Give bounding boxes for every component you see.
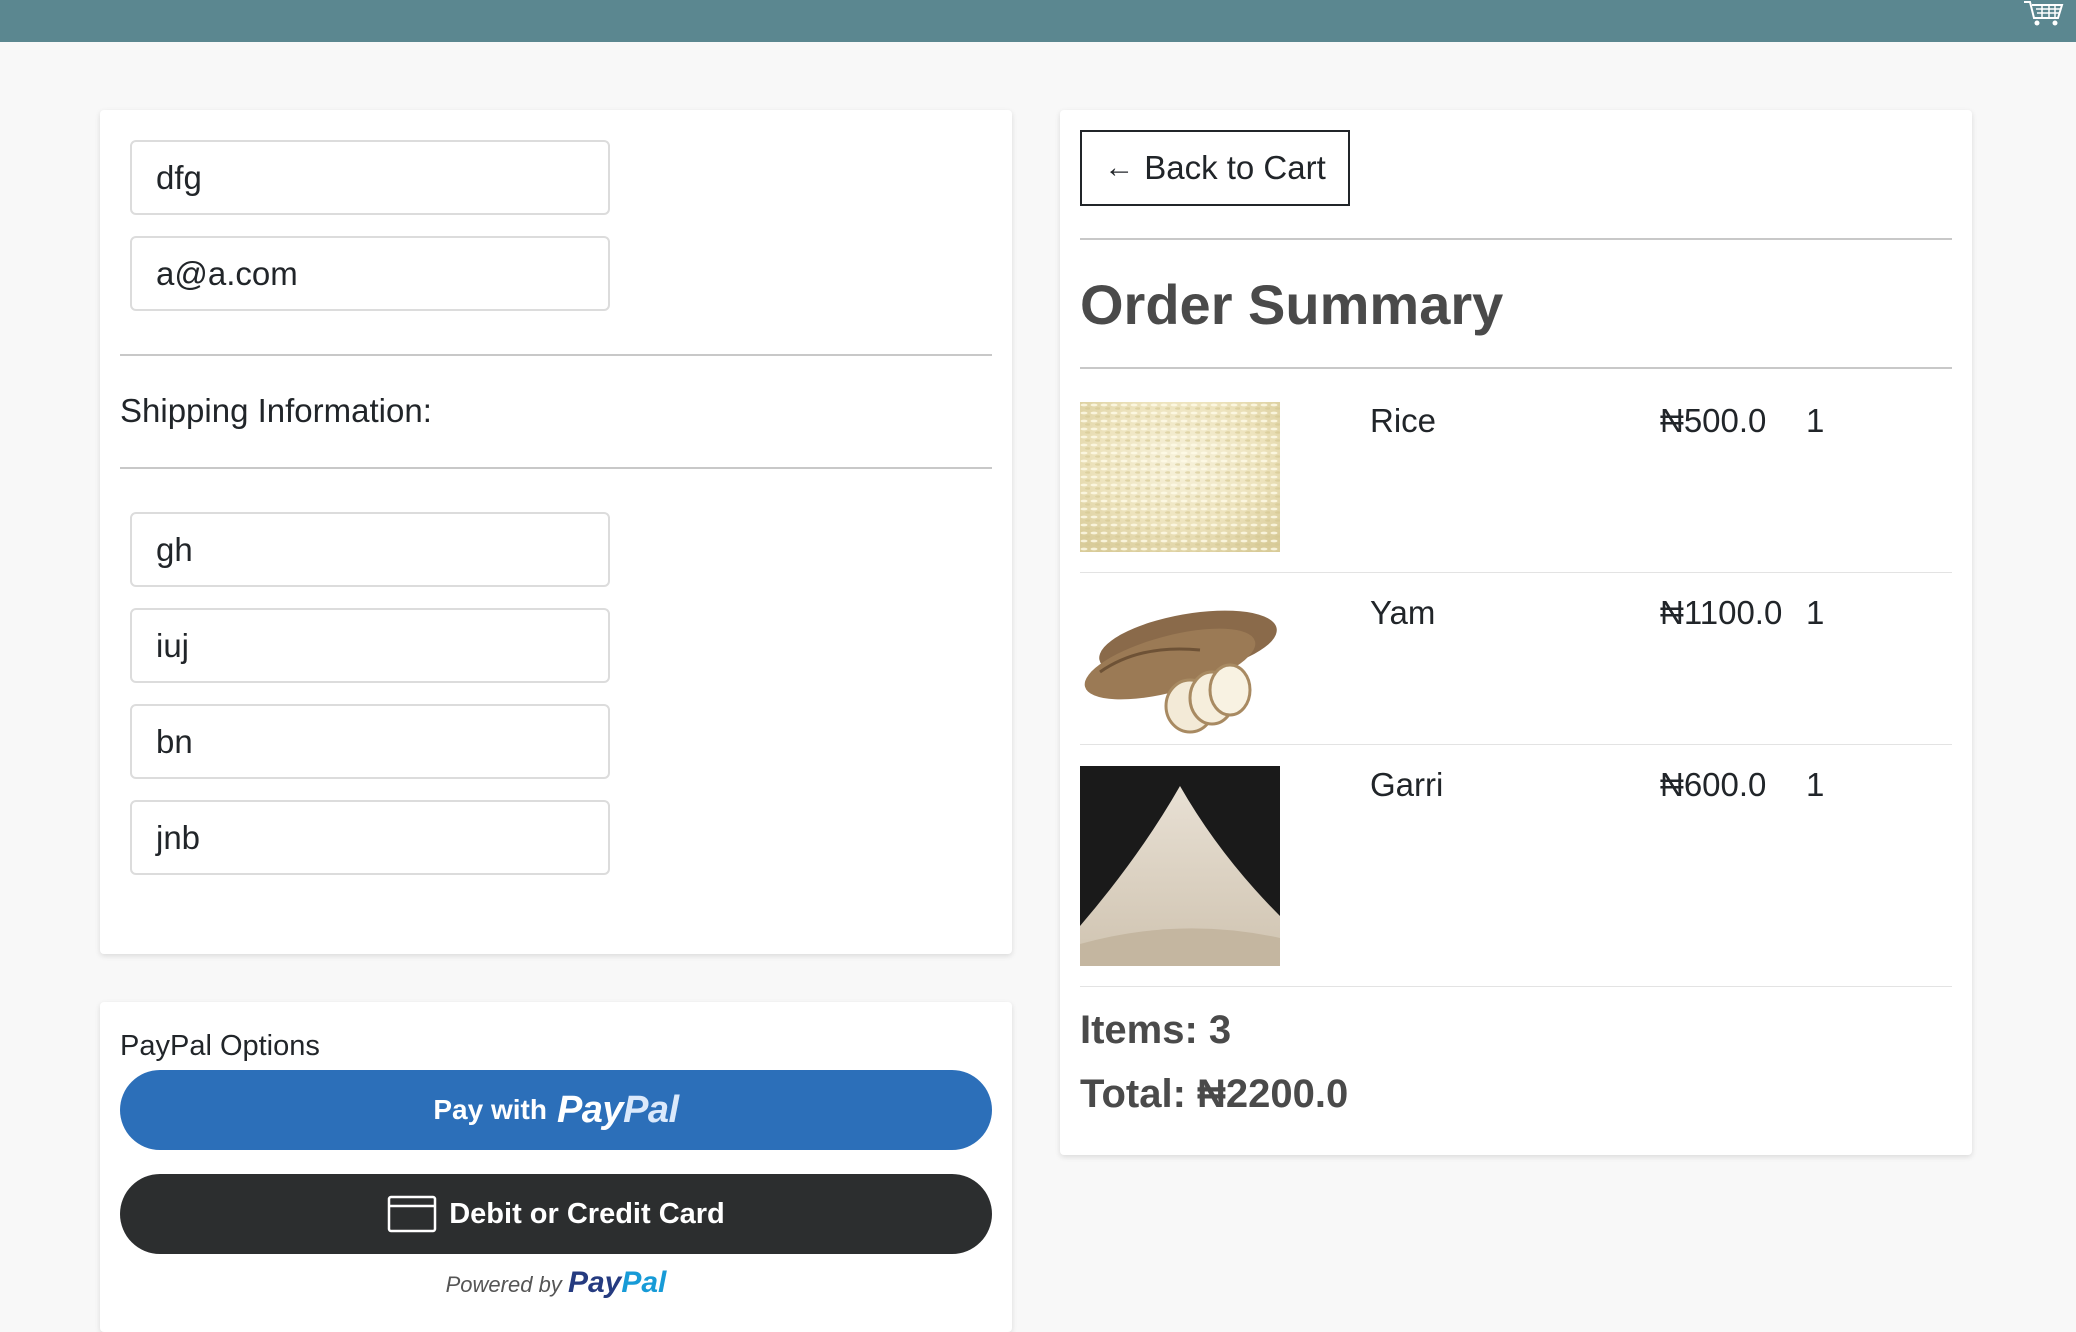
pay-with-label: Pay with <box>433 1094 547 1125</box>
address-field[interactable]: gh <box>130 512 610 587</box>
powered-by-label: Powered by <box>445 1272 562 1297</box>
item-price: ₦1100.0 <box>1660 594 1783 631</box>
order-item-row: Yam ₦1100.0 1 <box>1080 594 1952 744</box>
order-summary-panel: ← Back to Cart Order Summary Rice ₦500.0… <box>1060 110 1972 1155</box>
order-total: Total: ₦2200.0 <box>1080 1072 1349 1116</box>
back-to-cart-label: Back to Cart <box>1144 149 1326 186</box>
checkout-form-panel: dfg a@a.com Shipping Information: gh iuj… <box>100 110 1012 954</box>
order-item-row: Rice ₦500.0 1 <box>1080 402 1952 552</box>
order-item-row: Garri ₦600.0 1 <box>1080 766 1952 966</box>
divider <box>120 354 992 356</box>
payment-options-panel: PayPal Options Pay with PayPal Debit or … <box>100 1002 1012 1332</box>
credit-card-icon <box>387 1195 437 1233</box>
item-price: ₦600.0 <box>1660 766 1767 803</box>
name-field[interactable]: dfg <box>130 140 610 215</box>
card-button-label: Debit or Credit Card <box>449 1197 725 1230</box>
cart-icon[interactable] <box>2022 0 2064 26</box>
debit-credit-card-button[interactable]: Debit or Credit Card <box>120 1174 992 1254</box>
paypal-options-label: PayPal Options <box>120 1030 320 1062</box>
item-quantity: 1 <box>1806 594 1825 631</box>
item-price: ₦500.0 <box>1660 402 1767 439</box>
garri-image <box>1080 766 1280 966</box>
yam-image <box>1080 594 1280 744</box>
row-divider <box>1080 572 1952 573</box>
zipcode-field[interactable]: jnb <box>130 800 610 875</box>
back-to-cart-button[interactable]: ← Back to Cart <box>1080 130 1350 206</box>
item-name: Yam <box>1370 594 1436 631</box>
shipping-info-label: Shipping Information: <box>120 392 432 429</box>
paypal-logo-small: PayPal <box>567 1266 667 1299</box>
divider <box>1080 367 1952 369</box>
rice-image <box>1080 402 1280 552</box>
powered-by-paypal: Powered by PayPal <box>100 1266 1012 1300</box>
top-navbar <box>0 0 2076 42</box>
state-field[interactable]: bn <box>130 704 610 779</box>
city-field[interactable]: iuj <box>130 608 610 683</box>
paypal-logo: PayPal <box>556 1088 679 1131</box>
pay-with-paypal-button[interactable]: Pay with PayPal <box>120 1070 992 1150</box>
row-divider <box>1080 744 1952 745</box>
items-count: Items: 3 <box>1080 1008 1232 1052</box>
divider <box>1080 238 1952 240</box>
item-name: Garri <box>1370 766 1444 803</box>
email-field[interactable]: a@a.com <box>130 236 610 311</box>
arrow-left-icon: ← <box>1104 151 1135 184</box>
row-divider <box>1080 986 1952 987</box>
item-name: Rice <box>1370 402 1437 439</box>
item-quantity: 1 <box>1806 766 1825 803</box>
divider <box>120 467 992 469</box>
item-quantity: 1 <box>1806 402 1825 439</box>
order-summary-title: Order Summary <box>1080 273 1504 336</box>
